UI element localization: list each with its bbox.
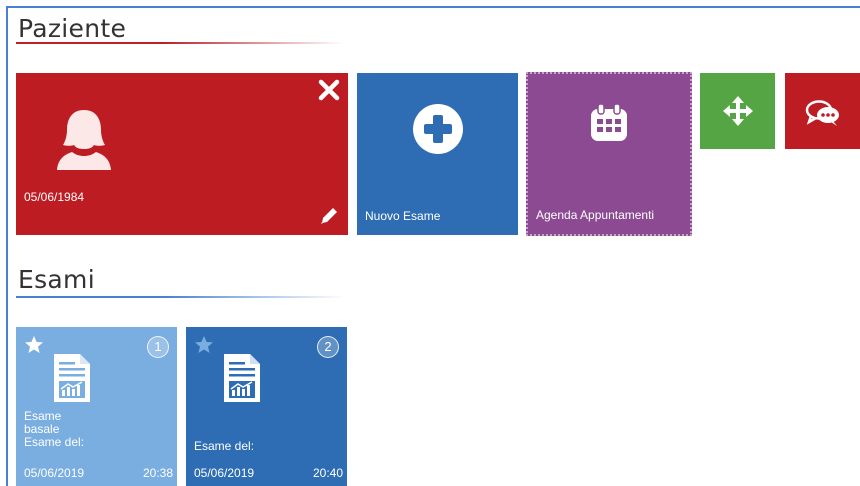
- exam-time: 20:38: [142, 466, 173, 480]
- plus-circle-icon: [412, 104, 463, 154]
- star-icon[interactable]: [194, 335, 214, 355]
- exam-number-badge: 2: [317, 336, 339, 358]
- patient-title-underline: [16, 42, 344, 44]
- chat-bubbles-icon: [805, 100, 839, 126]
- document-chart-icon: [224, 354, 260, 402]
- exam-date: 05/06/2019: [24, 466, 85, 480]
- new-exam-label: Nuovo Esame: [365, 209, 441, 223]
- agenda-tile[interactable]: Agenda Appuntamenti: [526, 72, 692, 236]
- star-icon[interactable]: [24, 335, 44, 355]
- exam-tile[interactable]: 1 Esame basale Esame del: 05/06/2019 20:…: [16, 327, 177, 486]
- patient-dob: 05/06/1984: [24, 190, 85, 204]
- exam-name: Esame basale Esame del:: [24, 410, 84, 449]
- agenda-label: Agenda Appuntamenti: [536, 208, 655, 222]
- exam-tile[interactable]: 2 Esame del: 05/06/2019 20:40: [186, 327, 347, 486]
- calendar-icon: [591, 103, 627, 141]
- document-chart-icon: [54, 354, 90, 402]
- move-tile[interactable]: [700, 73, 775, 149]
- new-exam-tile[interactable]: Nuovo Esame: [357, 73, 518, 235]
- exams-title-underline: [16, 296, 344, 298]
- move-arrows-icon: [723, 96, 753, 126]
- exam-number-badge: 1: [147, 336, 169, 358]
- close-icon[interactable]: [318, 79, 340, 101]
- exam-time: 20:40: [312, 466, 343, 480]
- exam-date-prefix: Esame del:: [194, 439, 255, 453]
- pencil-icon[interactable]: [318, 205, 340, 227]
- exam-date: 05/06/2019: [194, 466, 255, 480]
- chat-tile[interactable]: [785, 73, 860, 149]
- patient-tile[interactable]: 05/06/1984: [16, 73, 348, 235]
- exam-date-prefix: Esame del:: [24, 435, 85, 449]
- patient-section-title: Paziente: [18, 14, 127, 43]
- user-female-icon: [57, 110, 111, 170]
- exams-section-title: Esami: [18, 265, 95, 294]
